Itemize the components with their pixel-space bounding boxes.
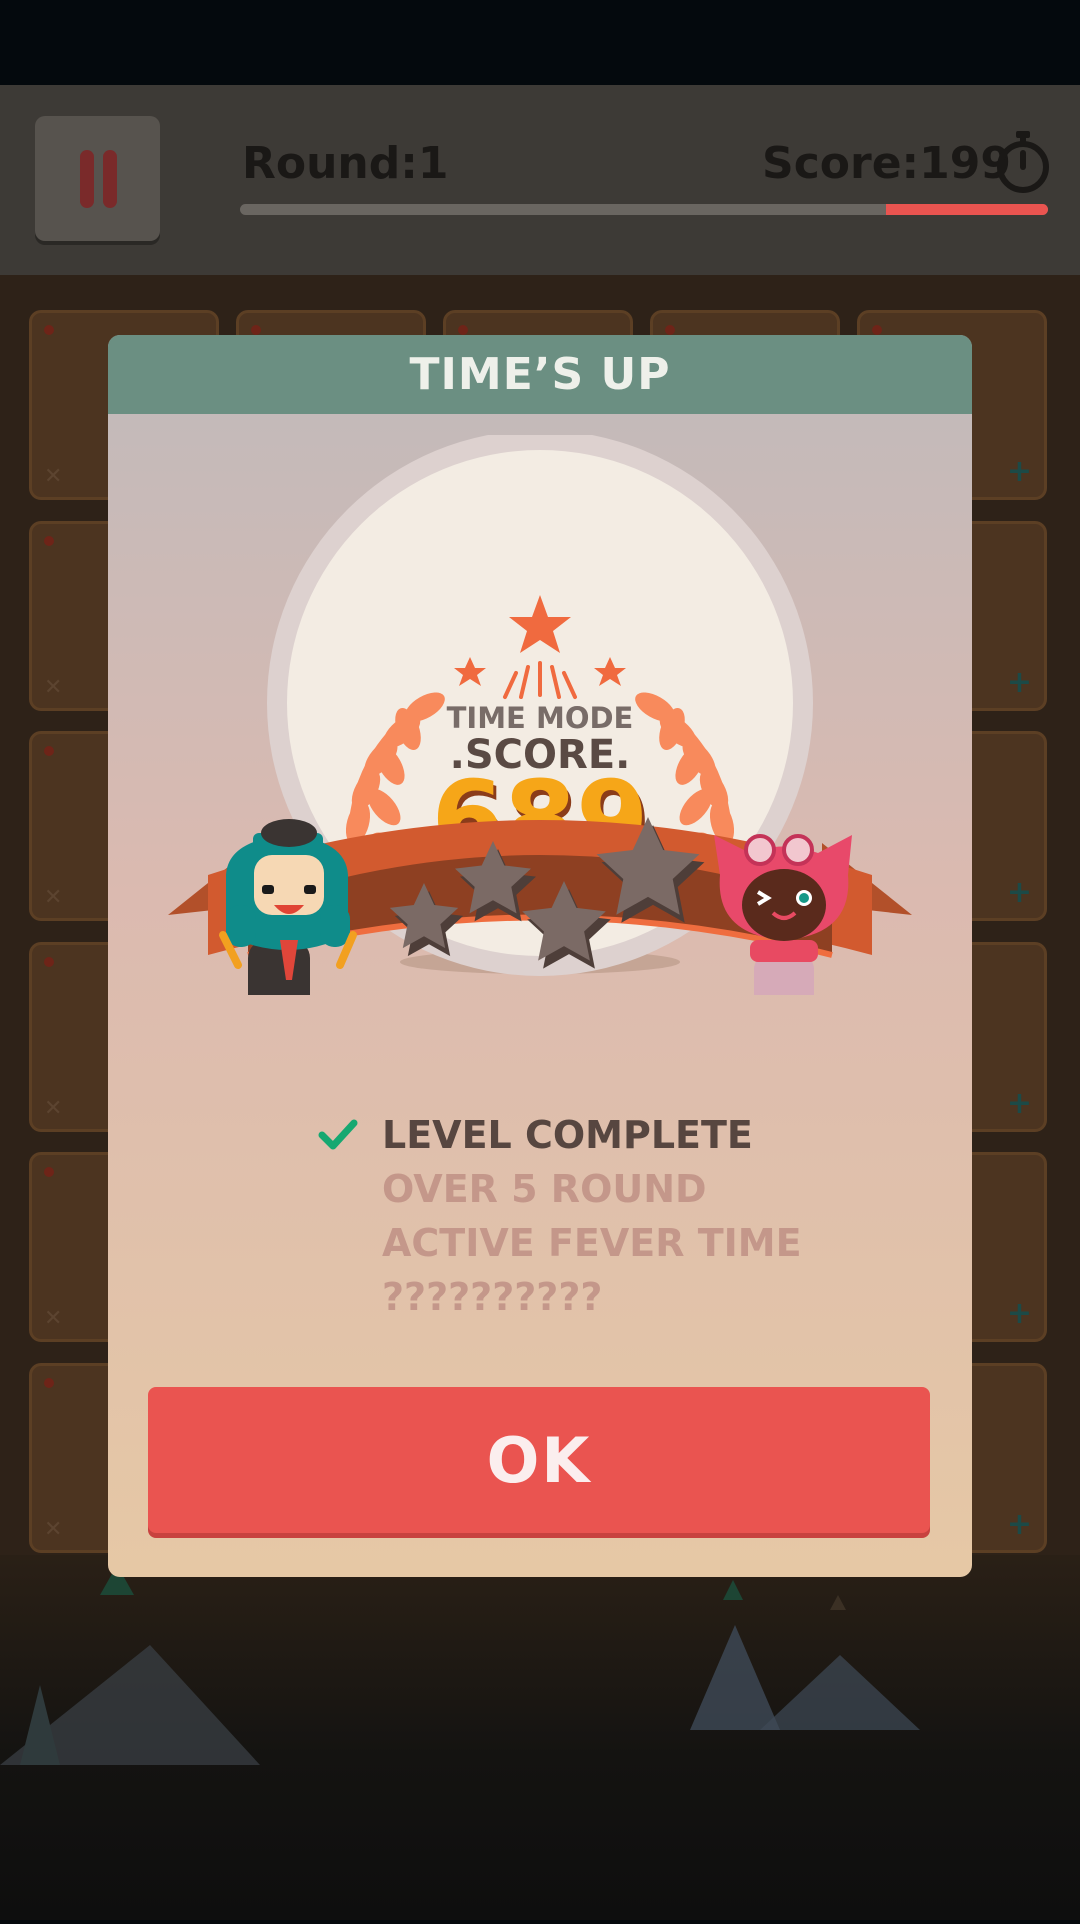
card-plus-icon: + — [1006, 1086, 1032, 1121]
condition-label: LEVEL COMPLETE — [382, 1113, 753, 1157]
condition-label: ACTIVE FEVER TIME — [382, 1221, 802, 1265]
dialog-title: TIME’S UP — [409, 349, 671, 400]
card-dot — [251, 325, 261, 335]
ok-button-label: OK — [486, 1423, 592, 1497]
times-up-dialog: TIME’S UP TIME MODE .SCORE. 689 LEVEL CO… — [108, 335, 972, 1577]
card-plus-icon: + — [1006, 875, 1032, 910]
card-dot — [458, 325, 468, 335]
landscape-background — [0, 1555, 1080, 1920]
round-label: Round:1 — [242, 138, 449, 189]
timer-bar-fill — [886, 204, 1048, 215]
condition-label: ?????????? — [382, 1275, 603, 1319]
card-x-icon: ✕ — [44, 1096, 63, 1121]
card-dot — [44, 325, 54, 335]
condition-item: ACTIVE FEVER TIME — [108, 1217, 972, 1273]
score-badge: TIME MODE .SCORE. 689 689 — [168, 435, 912, 995]
condition-item: LEVEL COMPLETE — [108, 1109, 972, 1165]
character-pink-hat — [714, 834, 852, 995]
pause-icon — [80, 150, 94, 208]
card-x-icon: ✕ — [44, 675, 63, 700]
card-plus-icon: + — [1006, 454, 1032, 489]
card-plus-icon: + — [1006, 1507, 1032, 1542]
card-plus-icon: + — [1006, 1296, 1032, 1331]
ok-button[interactable]: OK — [148, 1387, 930, 1533]
card-x-icon: ✕ — [44, 1306, 63, 1331]
card-dot — [44, 1167, 54, 1177]
condition-item: ?????????? — [108, 1271, 972, 1327]
condition-item: OVER 5 ROUND — [108, 1163, 972, 1219]
card-dot — [44, 746, 54, 756]
stopwatch-icon — [997, 131, 1049, 193]
condition-label: OVER 5 ROUND — [382, 1167, 707, 1211]
timer-bar — [240, 204, 1048, 215]
card-dot — [665, 325, 675, 335]
pause-icon-bar — [103, 150, 117, 208]
card-x-icon: ✕ — [44, 1517, 63, 1542]
card-dot — [44, 1378, 54, 1388]
card-plus-icon: + — [1006, 665, 1032, 700]
dialog-header: TIME’S UP — [108, 335, 972, 414]
pause-button[interactable] — [35, 116, 160, 241]
card-x-icon: ✕ — [44, 464, 63, 489]
time-mode-label: TIME MODE — [447, 701, 634, 735]
card-dot — [44, 957, 54, 967]
checkmark-icon — [318, 1119, 358, 1150]
score-label: Score:199 — [762, 138, 1011, 189]
card-dot — [872, 325, 882, 335]
card-dot — [44, 536, 54, 546]
card-x-icon: ✕ — [44, 885, 63, 910]
